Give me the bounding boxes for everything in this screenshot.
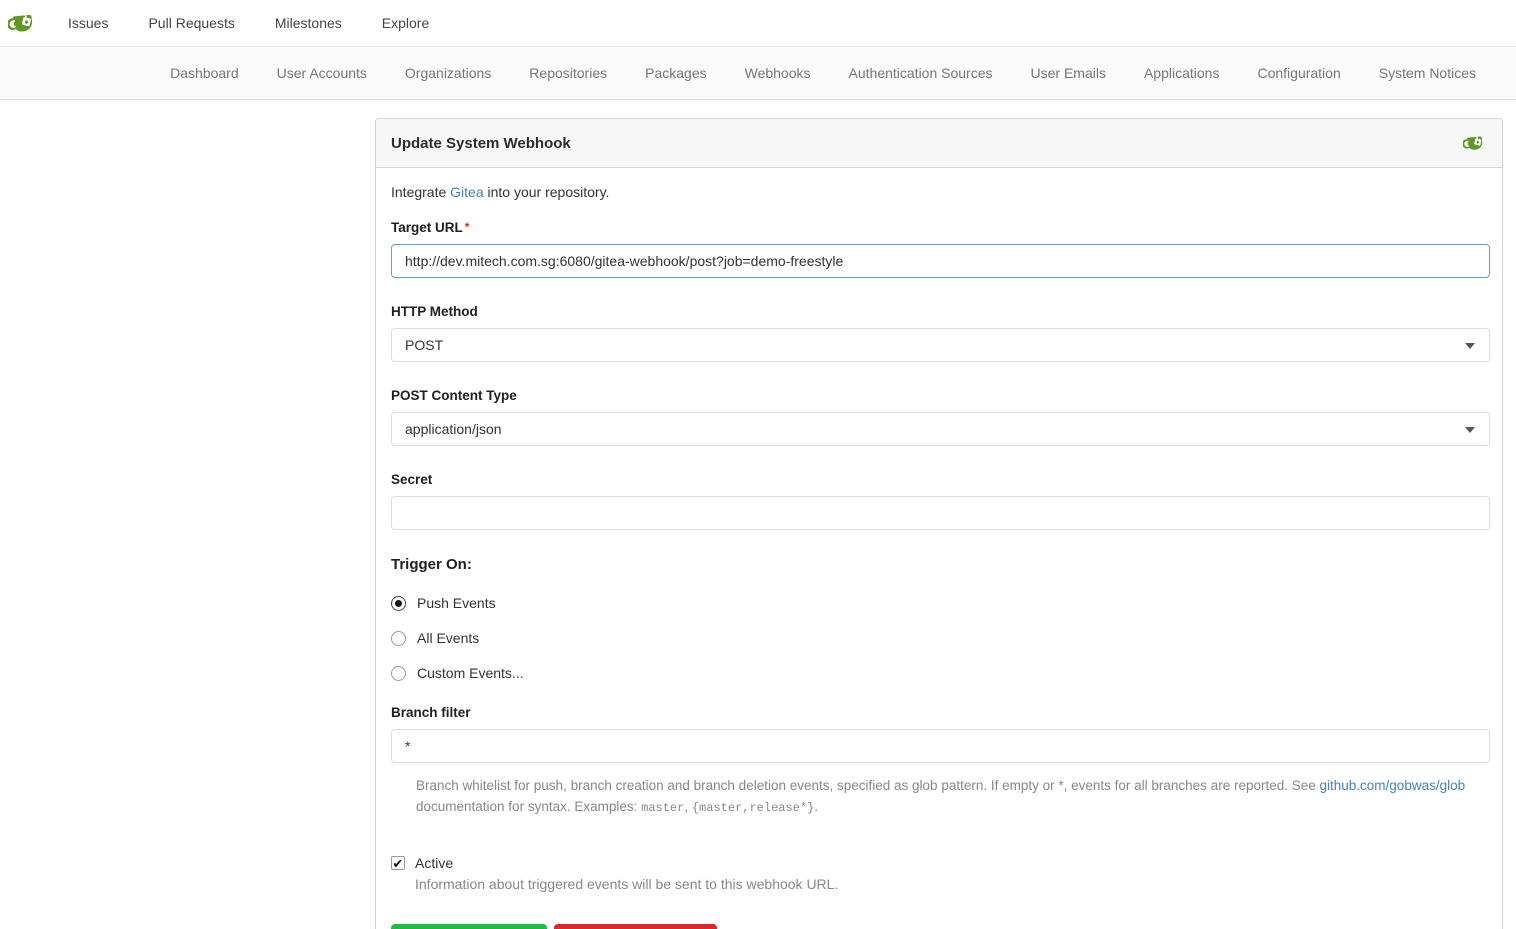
nav-item-milestones[interactable]: Milestones xyxy=(255,0,362,47)
branch-filter-field: Branch filter Branch whitelist for push,… xyxy=(391,705,1488,819)
radio-2[interactable] xyxy=(391,666,406,681)
intro-pre: Integrate xyxy=(391,184,450,200)
active-field: ✔ Active Information about triggered eve… xyxy=(391,855,1488,892)
http-method-label: HTTP Method xyxy=(391,304,1488,319)
target-url-label-text: Target URL xyxy=(391,220,463,235)
admin-nav-organizations[interactable]: Organizations xyxy=(386,47,510,100)
active-checkbox[interactable]: ✔ xyxy=(391,856,405,870)
help-separator: , xyxy=(684,799,692,814)
active-description: Information about triggered events will … xyxy=(415,876,1488,892)
panel-title: Update System Webhook xyxy=(391,135,571,152)
radio-0[interactable] xyxy=(391,596,406,611)
nav-item-pull-requests[interactable]: Pull Requests xyxy=(128,0,254,47)
chevron-down-icon xyxy=(1465,427,1475,433)
update-webhook-panel: Update System Webhook Integrate Gitea in… xyxy=(375,118,1503,929)
top-navbar: Issues Pull Requests Milestones Explore xyxy=(0,0,1516,47)
http-method-field: HTTP Method POST xyxy=(391,304,1488,362)
admin-nav-packages[interactable]: Packages xyxy=(626,47,725,100)
trigger-on-heading: Trigger On: xyxy=(391,556,1488,573)
admin-nav-authentication-sources[interactable]: Authentication Sources xyxy=(830,47,1012,100)
top-nav-links: Issues Pull Requests Milestones Explore xyxy=(48,0,449,47)
admin-nav-configuration[interactable]: Configuration xyxy=(1238,47,1359,100)
radio-label-push-events: Push Events xyxy=(417,595,496,611)
glob-docs-link[interactable]: github.com/gobwas/glob xyxy=(1320,778,1466,793)
admin-nav-repositories[interactable]: Repositories xyxy=(510,47,626,100)
gitea-link[interactable]: Gitea xyxy=(450,184,483,200)
admin-nav-system-notices[interactable]: System Notices xyxy=(1360,47,1495,100)
help-code-master: master xyxy=(641,801,684,815)
radio-row-push-events[interactable]: Push Events xyxy=(391,595,1488,611)
nav-item-issues[interactable]: Issues xyxy=(48,0,128,47)
remove-webhook-button[interactable]: Remove Webhook xyxy=(554,924,717,929)
intro-post: into your repository. xyxy=(484,184,610,200)
admin-nav-dashboard[interactable]: Dashboard xyxy=(151,47,258,100)
active-checkbox-row[interactable]: ✔ Active xyxy=(391,855,1488,871)
target-url-field: Target URL* xyxy=(391,220,1488,278)
admin-nav-user-accounts[interactable]: User Accounts xyxy=(258,47,386,100)
content-type-label: POST Content Type xyxy=(391,388,1488,403)
radio-row-custom-events[interactable]: Custom Events... xyxy=(391,665,1488,681)
http-method-value: POST xyxy=(405,337,443,353)
help-code-glob: {master,release*} xyxy=(692,801,814,815)
radio-label-custom-events: Custom Events... xyxy=(417,665,524,681)
intro-text: Integrate Gitea into your repository. xyxy=(391,184,1488,200)
admin-navbar: Dashboard User Accounts Organizations Re… xyxy=(0,47,1516,100)
target-url-input[interactable] xyxy=(391,244,1490,278)
content-type-value: application/json xyxy=(405,421,502,437)
content-type-dropdown[interactable]: application/json xyxy=(391,412,1490,446)
required-asterisk: * xyxy=(465,220,470,234)
target-url-label: Target URL* xyxy=(391,220,1488,235)
secret-label: Secret xyxy=(391,472,1488,487)
nav-item-explore[interactable]: Explore xyxy=(362,0,449,47)
panel-header: Update System Webhook xyxy=(376,119,1502,168)
content-type-field: POST Content Type application/json xyxy=(391,388,1488,446)
gitea-webhook-type-icon xyxy=(1463,131,1487,155)
active-label: Active xyxy=(415,855,453,871)
admin-nav-user-emails[interactable]: User Emails xyxy=(1012,47,1125,100)
help-text-1: Branch whitelist for push, branch creati… xyxy=(416,778,1320,793)
help-text-2: documentation for syntax. Examples: xyxy=(416,799,641,814)
radio-row-all-events[interactable]: All Events xyxy=(391,630,1488,646)
radio-label-all-events: All Events xyxy=(417,630,479,646)
branch-filter-label: Branch filter xyxy=(391,705,1488,720)
radio-1[interactable] xyxy=(391,631,406,646)
chevron-down-icon xyxy=(1465,343,1475,349)
help-end: . xyxy=(814,799,818,814)
update-webhook-button[interactable]: Update Webhook xyxy=(391,924,547,929)
panel-body: Integrate Gitea into your repository. Ta… xyxy=(376,168,1502,929)
secret-input[interactable] xyxy=(391,496,1490,530)
gitea-logo-icon[interactable] xyxy=(8,8,38,38)
button-row: Update Webhook Remove Webhook xyxy=(391,924,1488,929)
branch-filter-input[interactable] xyxy=(391,729,1490,763)
admin-nav-applications[interactable]: Applications xyxy=(1125,47,1239,100)
admin-nav-webhooks[interactable]: Webhooks xyxy=(726,47,830,100)
branch-filter-help: Branch whitelist for push, branch creati… xyxy=(416,775,1488,819)
secret-field: Secret xyxy=(391,472,1488,530)
http-method-dropdown[interactable]: POST xyxy=(391,328,1490,362)
